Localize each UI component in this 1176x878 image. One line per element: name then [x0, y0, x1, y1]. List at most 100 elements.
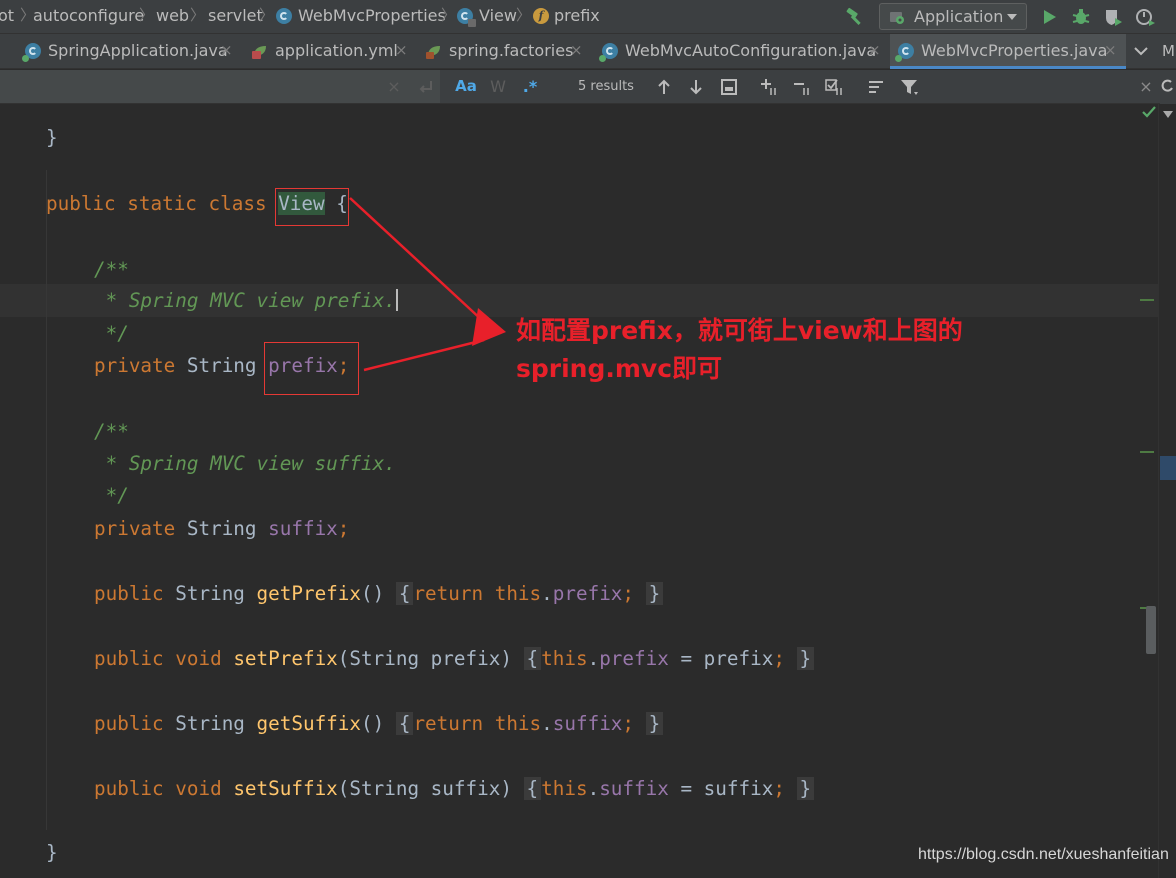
keyword-token: private [94, 517, 176, 540]
comment-line: /** [94, 420, 129, 443]
change-marker[interactable] [1140, 451, 1154, 453]
tab-label: WebMvcProperties.java [921, 41, 1108, 60]
code-line: } [46, 123, 58, 153]
code-token: . [541, 582, 553, 605]
regex-toggle[interactable]: .* [518, 70, 542, 103]
folded-region[interactable]: { [395, 712, 414, 735]
remove-occurrence-icon[interactable] [793, 78, 811, 96]
run-icon[interactable] [1038, 6, 1060, 28]
search-input[interactable]: × [0, 70, 440, 103]
match-case-toggle[interactable]: Aa [452, 70, 480, 103]
folded-region[interactable]: } [796, 777, 815, 800]
comment-line: */ [94, 484, 129, 507]
select-all-icon[interactable] [825, 78, 843, 96]
tab-label: WebMvcAutoConfiguration.java [625, 41, 877, 60]
code-line: public String getPrefix() {return this.p… [94, 579, 664, 609]
breadcrumb-item-prefix[interactable]: prefix [554, 0, 600, 34]
keyword-token: public [94, 777, 164, 800]
refresh-icon[interactable] [1161, 78, 1175, 94]
build-hammer-icon[interactable] [844, 6, 866, 28]
folded-region[interactable]: { [523, 647, 542, 670]
tab-webmvcautoconfiguration[interactable]: WebMvcAutoConfiguration.java × [594, 34, 888, 68]
method-token: getPrefix [256, 582, 362, 605]
chevron-down-icon[interactable] [1161, 108, 1175, 120]
method-token: setSuffix [233, 777, 338, 800]
breadcrumb-chevron-icon: 〉 [441, 6, 457, 24]
breadcrumb-item-servlet[interactable]: servlet [208, 0, 263, 34]
tab-webmvcproperties[interactable]: WebMvcProperties.java × [890, 34, 1126, 69]
whole-words-toggle[interactable]: W [486, 70, 510, 103]
tab-spring-factories[interactable]: spring.factories × [418, 34, 590, 68]
comment-line: * Spring MVC view suffix. [94, 452, 396, 475]
close-icon[interactable]: × [570, 34, 583, 67]
code-line: public void setPrefix(String prefix) {th… [94, 644, 815, 674]
tab-label: application.yml [275, 41, 398, 60]
arrow-up-icon[interactable] [655, 78, 673, 96]
debug-icon[interactable] [1070, 6, 1092, 28]
tab-springapplication[interactable]: SpringApplication.java × [18, 34, 242, 68]
run-configuration-selector[interactable]: Application [879, 3, 1027, 30]
clear-search-icon[interactable]: × [384, 70, 404, 103]
tab-overflow[interactable]: M [1162, 34, 1175, 68]
close-icon[interactable]: × [220, 34, 233, 67]
folded-region[interactable]: } [796, 647, 815, 670]
run-configuration-label: Application [914, 7, 1004, 26]
tab-application-yml[interactable]: application.yml × [244, 34, 414, 68]
code-editor[interactable] [0, 104, 1158, 878]
arrow-down-icon[interactable] [687, 78, 705, 96]
breadcrumb-item-view[interactable]: View [479, 0, 517, 34]
keyword-token: this [541, 647, 588, 670]
code-token: (String suffix) [337, 777, 512, 800]
code-token: = prefix [668, 647, 774, 670]
keyword-token: class [208, 192, 267, 215]
close-icon[interactable]: × [395, 34, 408, 67]
navigation-bar: ot 〉 autoconfigure 〉 web 〉 servlet 〉 Web… [0, 0, 1176, 34]
breadcrumb-item-ot[interactable]: ot [0, 0, 14, 34]
type-token: String [175, 582, 245, 605]
keyword-token: public [46, 192, 116, 215]
inner-class-icon [457, 8, 476, 27]
code-token: () [361, 712, 385, 735]
code-token: . [587, 647, 600, 670]
code-token: } [46, 126, 58, 149]
keyword-token: this [494, 712, 542, 735]
type-token: String [186, 517, 257, 540]
comment-line: */ [94, 322, 129, 345]
breadcrumb-item-web[interactable]: web [156, 0, 189, 34]
new-line-icon[interactable] [417, 78, 435, 96]
code-token: . [541, 712, 553, 735]
coverage-icon[interactable] [1102, 6, 1124, 28]
class-icon [599, 43, 618, 62]
keyword-token: this [494, 582, 542, 605]
folded-region[interactable]: { [523, 777, 542, 800]
code-token: . [587, 777, 600, 800]
class-icon [22, 43, 41, 62]
folded-region[interactable]: } [645, 712, 664, 735]
profiler-icon[interactable] [1134, 6, 1156, 28]
filter-lines-icon[interactable] [867, 78, 885, 96]
watermark: https://blog.csdn.net/xueshanfeitian [918, 846, 1169, 863]
breadcrumb-item-webmvcproperties[interactable]: WebMvcProperties [298, 0, 446, 34]
breadcrumb-chevron-icon: 〉 [259, 6, 275, 24]
code-line: } [46, 838, 58, 868]
close-icon[interactable]: × [868, 34, 881, 67]
folded-region[interactable]: } [645, 582, 664, 605]
close-icon[interactable]: × [1104, 34, 1117, 67]
editor-scrollbar[interactable] [1158, 104, 1176, 878]
select-all-occurrences-icon[interactable] [720, 78, 738, 96]
tab-list-chevron-icon[interactable] [1131, 34, 1151, 68]
add-occurrence-icon[interactable] [760, 78, 778, 96]
folded-region[interactable]: { [395, 582, 414, 605]
breadcrumb-item-autoconfigure[interactable]: autoconfigure [33, 0, 144, 34]
chevron-down-icon [1007, 14, 1017, 20]
breadcrumb-chevron-icon: 〉 [190, 6, 206, 24]
code-token: () [361, 582, 385, 605]
comment-line: /** [94, 258, 129, 281]
change-marker[interactable] [1140, 299, 1154, 301]
scrollbar-thumb[interactable] [1146, 606, 1156, 654]
field-token: prefix [599, 647, 669, 670]
find-toolbar: × Aa W .* 5 results × [0, 70, 1160, 104]
filter-icon[interactable] [900, 78, 918, 96]
highlight-box-prefix [264, 342, 359, 395]
close-find-icon[interactable]: × [1136, 70, 1156, 103]
